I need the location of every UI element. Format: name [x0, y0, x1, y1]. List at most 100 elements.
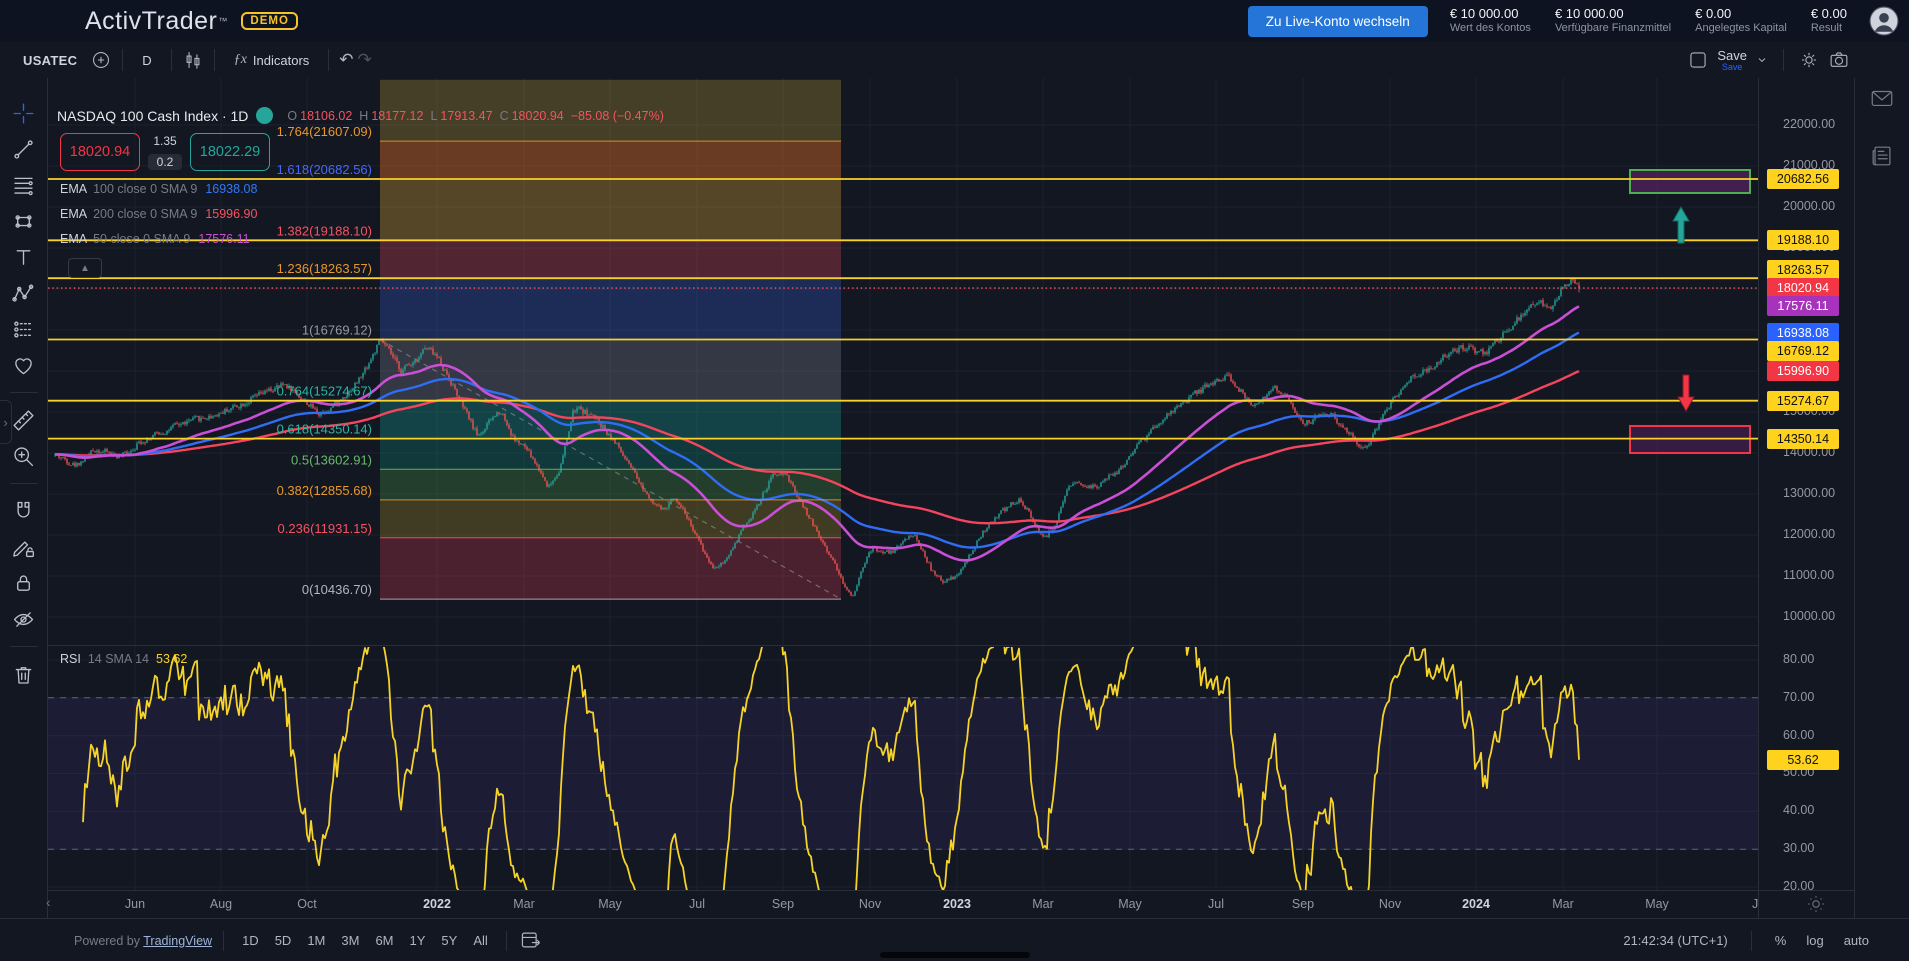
sidebar-expand-handle[interactable]: ›	[0, 400, 12, 444]
range-5y-button[interactable]: 5Y	[434, 929, 464, 952]
settings-gear-icon[interactable]	[1798, 49, 1820, 71]
tool-forecast-button[interactable]	[8, 314, 40, 344]
time-label: Sep	[772, 897, 794, 911]
price-tick: 13000.00	[1783, 486, 1835, 500]
tool-fib-retracement-button[interactable]	[8, 170, 40, 200]
range-5d-button[interactable]: 5D	[268, 929, 299, 952]
layout-icon[interactable]	[1687, 49, 1709, 71]
symbol-button[interactable]: USATEC	[14, 49, 86, 72]
demo-badge: DEMO	[241, 12, 298, 30]
range-1m-button[interactable]: 1M	[300, 929, 332, 952]
price-tick: 12000.00	[1783, 527, 1835, 541]
time-label: Nov	[859, 897, 881, 911]
user-icon	[1869, 6, 1899, 36]
rsi-value: 53.62	[156, 652, 187, 666]
indicator-params: 100 close 0 SMA 9	[93, 182, 197, 196]
indicator-name: EMA	[60, 232, 87, 246]
mail-button[interactable]	[1867, 84, 1897, 114]
switch-to-live-button[interactable]: Zu Live-Konto wechseln	[1248, 6, 1428, 37]
quantity-stepper[interactable]: 0.2	[148, 154, 183, 170]
sell-bid-button[interactable]: 18020.94	[60, 133, 140, 171]
tool-emoji-heart-button[interactable]	[8, 350, 40, 380]
tool-hide-all-button[interactable]	[8, 604, 40, 634]
percent-scale-button[interactable]: %	[1769, 930, 1793, 951]
session-sun-icon[interactable]	[1805, 894, 1827, 916]
price-axis[interactable]: 22000.0021000.0020000.0019000.0018000.00…	[1758, 78, 1855, 890]
os-home-indicator	[880, 952, 1030, 958]
avatar[interactable]	[1869, 6, 1899, 36]
account-stat-value: € 10 000.00	[1450, 6, 1531, 22]
time-label: Mar	[1032, 897, 1054, 911]
range-all-button[interactable]: All	[466, 929, 494, 952]
time-label: Oct	[297, 897, 316, 911]
range-3m-button[interactable]: 3M	[334, 929, 366, 952]
range-1d-button[interactable]: 1D	[235, 929, 266, 952]
svg-text:0.5(13602.91): 0.5(13602.91)	[291, 452, 372, 467]
clock-button[interactable]: 21:42:34 (UTC+1)	[1617, 932, 1733, 949]
indicator-row[interactable]: EMA100 close 0 SMA 916938.08	[60, 182, 664, 196]
log-scale-button[interactable]: log	[1800, 930, 1829, 951]
indicator-row[interactable]: EMA200 close 0 SMA 915996.90	[60, 207, 664, 221]
chart-style-candles-icon[interactable]	[182, 49, 204, 71]
tool-brush-shapes-button[interactable]	[8, 206, 40, 236]
tool-xabcd-pattern-button[interactable]	[8, 278, 40, 308]
tool-trend-line-button[interactable]	[8, 134, 40, 164]
tool-drawing-mode-lock-button[interactable]	[8, 532, 40, 562]
tool-magnet-button[interactable]	[8, 496, 40, 526]
goto-date-icon[interactable]	[518, 928, 544, 954]
auto-scale-button[interactable]: auto	[1838, 930, 1875, 951]
legend-collapse-button[interactable]: ▲	[68, 258, 102, 278]
save-button[interactable]: Save Save	[1717, 49, 1747, 72]
drawing-toolbar	[0, 78, 48, 918]
rsi-name: RSI	[60, 652, 81, 666]
rsi-tick: 30.00	[1783, 841, 1814, 855]
time-label: May	[1118, 897, 1142, 911]
tool-lock-all-button[interactable]	[8, 568, 40, 598]
snapshot-camera-icon[interactable]	[1828, 49, 1850, 71]
timeframe-bar-collapse-icon[interactable]: ‹	[46, 894, 51, 910]
indicators-button[interactable]: ƒx Indicators	[225, 48, 319, 72]
undo-icon[interactable]: ↶	[339, 50, 353, 70]
ohlc-value: 18177.12	[371, 109, 423, 123]
tool-text-button[interactable]	[8, 242, 40, 272]
time-label: Mar	[1552, 897, 1574, 911]
time-label: Aug	[210, 897, 232, 911]
time-label: Jul	[689, 897, 705, 911]
hide-all-icon	[11, 607, 36, 632]
range-buttons: 1D5D1M3M6M1Y5YAll	[235, 929, 495, 952]
indicator-value: 16938.08	[205, 182, 257, 196]
tool-zoom-in-button[interactable]	[8, 441, 40, 471]
news-icon	[1869, 143, 1895, 169]
price-tag: 14350.14	[1767, 429, 1839, 449]
rsi-tick: 60.00	[1783, 728, 1814, 742]
tradingview-link[interactable]: TradingView	[143, 934, 212, 948]
ruler-icon	[11, 408, 36, 433]
save-chevron-icon[interactable]	[1755, 49, 1769, 71]
buy-ask-button[interactable]: 18022.29	[190, 133, 270, 171]
range-6m-button[interactable]: 6M	[368, 929, 400, 952]
redo-icon[interactable]: ↷	[358, 50, 372, 70]
save-sublabel: Save	[1722, 63, 1743, 72]
time-axis[interactable]: JunAugOct2022MarMayJulSepNov2023MarMayJu…	[48, 890, 1758, 919]
spread-qty: 1.35 0.2	[140, 133, 190, 171]
account-stat: € 0.00Angelegtes Kapital	[1695, 6, 1787, 36]
tool-remove-all-button[interactable]	[8, 659, 40, 689]
right-panel	[1854, 78, 1909, 918]
ohlc-change: −85.08 (−0.47%)	[571, 109, 664, 123]
symbol-title[interactable]: NASDAQ 100 Cash Index · 1D	[57, 108, 248, 124]
interval-button[interactable]: D	[133, 49, 160, 72]
news-button[interactable]	[1867, 142, 1897, 172]
chart-toolbar: USATEC D ƒx Indicators ↶ ↷ Save Save	[0, 42, 1909, 79]
ohlc-value: 18020.94	[512, 109, 564, 123]
account-stat-label: Verfügbare Finanzmittel	[1555, 22, 1671, 36]
time-label: 2023	[943, 897, 971, 911]
account-stat-label: Angelegtes Kapital	[1695, 22, 1787, 36]
ohlc-key: L	[430, 109, 437, 123]
tool-ruler-button[interactable]	[8, 405, 40, 435]
tool-crosshair-button[interactable]	[8, 98, 40, 128]
range-1y-button[interactable]: 1Y	[403, 929, 433, 952]
compare-add-icon[interactable]	[90, 49, 112, 71]
time-label: 2022	[423, 897, 451, 911]
indicator-row[interactable]: EMA50 close 0 SMA 917576.11	[60, 232, 664, 246]
logo-text: ActivTrader	[85, 7, 217, 36]
